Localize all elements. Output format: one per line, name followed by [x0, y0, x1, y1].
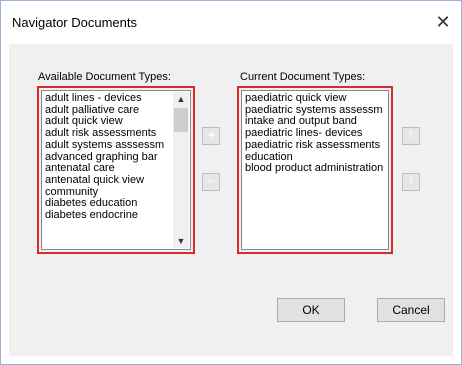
arrow-left-icon[interactable]: ⇦: [202, 173, 220, 191]
list-item[interactable]: adult palliative care: [45, 105, 172, 117]
ok-button[interactable]: OK: [277, 298, 345, 322]
available-items-container: adult lines - devices adult palliative ca…: [45, 93, 172, 247]
list-item[interactable]: antenatal care: [45, 163, 172, 175]
list-item[interactable]: education: [245, 152, 385, 164]
list-item[interactable]: diabetes education: [45, 198, 172, 210]
list-item[interactable]: paediatric systems assessm: [245, 105, 385, 117]
list-item[interactable]: adult quick view: [45, 116, 172, 128]
available-types-label: Available Document Types:: [38, 71, 171, 83]
available-types-list[interactable]: adult lines - devices adult palliative ca…: [41, 90, 191, 250]
chevron-down-icon[interactable]: ▼: [173, 234, 189, 248]
arrow-up-icon[interactable]: ⇧: [402, 127, 420, 145]
close-icon[interactable]: ✕: [432, 11, 454, 33]
list-item[interactable]: paediatric lines- devices: [245, 128, 385, 140]
list-item[interactable]: advanced graphing bar: [45, 152, 172, 164]
title-bar: Navigator Documents ✕: [1, 1, 461, 44]
dialog-title: Navigator Documents: [12, 15, 137, 30]
dialog-body: Available Document Types: adult lines - …: [9, 44, 453, 356]
list-item[interactable]: blood product administration: [245, 163, 385, 175]
list-item[interactable]: antenatal quick view: [45, 175, 172, 187]
list-item[interactable]: adult lines - devices: [45, 93, 172, 105]
navigator-documents-dialog: Navigator Documents ✕ Available Document…: [0, 0, 462, 365]
current-types-label: Current Document Types:: [240, 71, 366, 83]
current-types-list[interactable]: paediatric quick view paediatric systems …: [241, 90, 389, 250]
list-item[interactable]: diabetes endocrine: [45, 210, 172, 222]
chevron-up-icon[interactable]: ▲: [173, 92, 189, 106]
list-item[interactable]: paediatric risk assessments: [245, 140, 385, 152]
cancel-button[interactable]: Cancel: [377, 298, 445, 322]
available-list-scrollbar[interactable]: ▲ ▼: [173, 92, 189, 248]
current-items-container: paediatric quick view paediatric systems …: [245, 93, 385, 247]
list-item[interactable]: community: [45, 187, 172, 199]
arrow-right-icon[interactable]: ➜: [202, 127, 220, 145]
scrollbar-thumb[interactable]: [174, 108, 188, 132]
list-item[interactable]: intake and output band: [245, 116, 385, 128]
list-item[interactable]: paediatric quick view: [245, 93, 385, 105]
list-item[interactable]: adult risk assessments: [45, 128, 172, 140]
arrow-down-icon[interactable]: ⇩: [402, 173, 420, 191]
list-item[interactable]: adult systems asssessm: [45, 140, 172, 152]
